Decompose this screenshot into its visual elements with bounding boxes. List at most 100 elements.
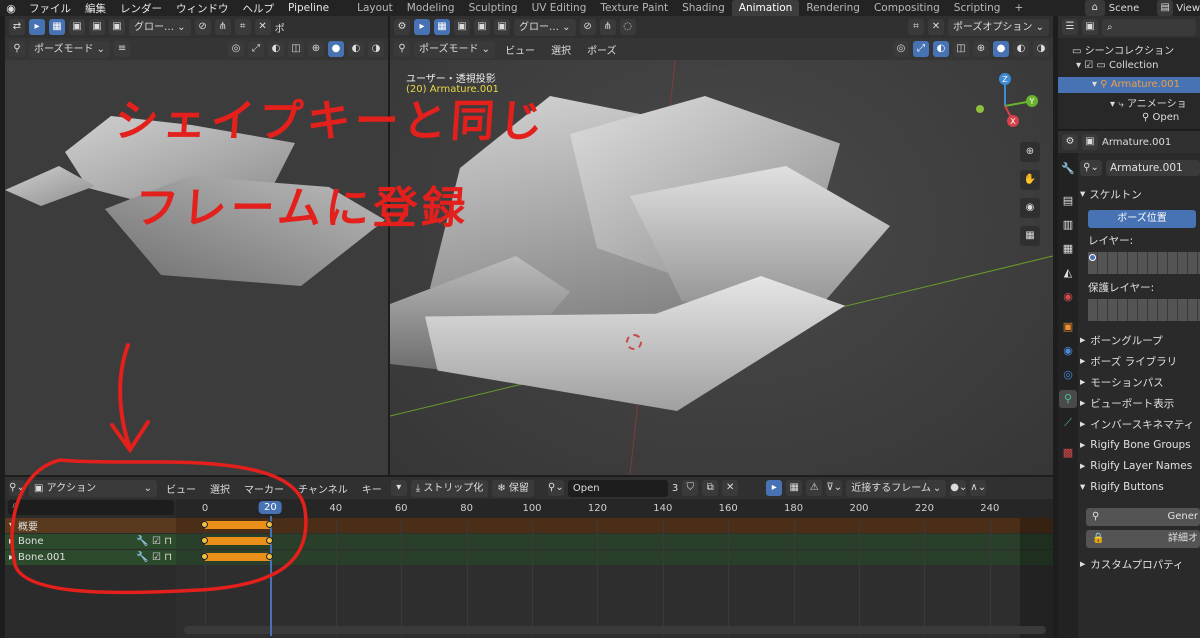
shading-material-icon[interactable]: ◐ <box>1013 41 1029 57</box>
select-subtract-icon[interactable]: ▣ <box>474 19 490 35</box>
keyframe-dot[interactable] <box>201 521 208 528</box>
object-prop-icon[interactable]: ▣ <box>1059 318 1077 336</box>
view-layer-icon[interactable]: ▤ <box>1157 0 1174 16</box>
shading-material-icon[interactable]: ◐ <box>348 41 364 57</box>
animation-row[interactable]: ▾ ⤷ アニメーショ <box>1110 95 1187 110</box>
overlay-icon[interactable]: ◐ <box>933 41 949 57</box>
select-box-icon[interactable]: ▦ <box>49 19 65 35</box>
stash-button[interactable]: ⤓ ストリップ化 <box>410 479 489 497</box>
generate-rig-button[interactable]: ⚲ Gener <box>1086 508 1200 526</box>
outliner-type-icon[interactable]: ☰ <box>1062 19 1078 35</box>
tab-rendering[interactable]: Rendering <box>799 0 867 16</box>
summary-channel-row[interactable]: ▾ 概要 <box>5 518 176 533</box>
snap-icon[interactable]: ⋔ <box>214 19 231 35</box>
overlay-icon[interactable]: ◐ <box>268 41 284 57</box>
shading-render-icon[interactable]: ◑ <box>368 41 384 57</box>
scene-icon[interactable]: ⌂ <box>1084 0 1105 16</box>
tab-sculpting[interactable]: Sculpting <box>462 0 525 16</box>
key-hold-bar[interactable] <box>205 521 271 529</box>
action-name-field[interactable]: Open <box>567 479 668 497</box>
current-frame-indicator[interactable]: 20 <box>259 501 282 514</box>
dopesheet-mode-dropdown[interactable]: ▣ アクション ⌄ <box>29 479 157 497</box>
keyframe-dot[interactable] <box>201 553 208 560</box>
world-icon[interactable]: ◉ <box>1059 288 1077 306</box>
shading-render-icon[interactable]: ◑ <box>1033 41 1049 57</box>
armature-data-icon[interactable]: ⚲ <box>1059 390 1077 408</box>
action-open-row[interactable]: ⚲ Open <box>1142 112 1179 123</box>
display-mode-icon[interactable]: ▣ <box>1082 19 1098 35</box>
panel-bone-groups[interactable]: ▸ ボーングループ <box>1080 330 1200 350</box>
select-extend-icon[interactable]: ▣ <box>69 19 85 35</box>
zoom-icon[interactable]: ⊕ <box>1020 142 1040 162</box>
action-type-icon[interactable]: ⚲⌄ <box>547 480 564 496</box>
gizmo-icon[interactable]: ⤢ <box>913 41 929 57</box>
bone001-channel-icons[interactable]: 🔧 ☑ ⊓ <box>136 552 172 563</box>
mode-dropdown[interactable]: ポーズモード ⌄ <box>414 40 496 58</box>
tab-texture-paint[interactable]: Texture Paint <box>593 0 675 16</box>
outliner-search-icon[interactable]: ⌕ <box>1102 18 1196 36</box>
mirror-icon[interactable]: ⌗ <box>907 19 924 35</box>
menu-pipeline[interactable]: Pipeline <box>281 2 336 14</box>
collection-row[interactable]: ▾ ☑ ▭ Collection <box>1076 60 1158 71</box>
errors-only-icon[interactable]: ⚠ <box>806 480 823 496</box>
menu-file[interactable]: ファイル <box>22 1 78 16</box>
mirror-icon[interactable]: ⌗ <box>234 19 251 35</box>
proportional-edit-icon[interactable]: ●⌄ <box>950 480 967 496</box>
view-layer-prop-icon[interactable]: ▦ <box>1059 240 1077 258</box>
scene-name[interactable]: Scene <box>1109 3 1140 14</box>
hamburger-menu-icon[interactable]: ≡ <box>114 41 131 57</box>
camera-icon[interactable]: ◉ <box>1020 198 1040 218</box>
layers-grid[interactable] <box>1088 252 1200 274</box>
armature-row[interactable]: ▾ ⚲ Armature.001 <box>1058 77 1200 93</box>
push-button[interactable]: ❄ 保留 <box>492 479 534 497</box>
close-icon[interactable]: ✕ <box>927 19 944 35</box>
menu-view[interactable]: ビュー <box>161 481 201 496</box>
scene-collection-row[interactable]: ▭ シーンコレクション <box>1072 42 1174 57</box>
playhead-line[interactable] <box>270 516 273 636</box>
pose-mode-icon[interactable]: ⚲ <box>9 41 25 57</box>
tab-shading[interactable]: Shading <box>675 0 732 16</box>
key-hold-bar[interactable] <box>205 537 271 545</box>
unlink-action-icon[interactable]: ✕ <box>722 480 739 496</box>
mode-dropdown[interactable]: ポーズモード ⌄ <box>29 40 111 58</box>
scene-prop-icon[interactable]: ◭ <box>1059 264 1077 282</box>
keyframe-area[interactable] <box>176 499 1053 638</box>
pivot-icon[interactable]: ⊘ <box>194 19 211 35</box>
menu-key[interactable]: キー <box>357 481 387 496</box>
falloff-icon[interactable]: ∧⌄ <box>970 480 987 496</box>
gizmo-neg-y-ball[interactable] <box>976 105 984 113</box>
snap-icon[interactable]: ⋔ <box>599 19 616 35</box>
pose-options-dropdown[interactable]: ポーズオプション ⌄ <box>947 18 1049 36</box>
protected-layers-grid[interactable] <box>1088 299 1200 321</box>
show-hidden-icon[interactable]: ▦ <box>786 480 803 496</box>
tab-modeling[interactable]: Modeling <box>400 0 462 16</box>
select-tool-icon[interactable]: ▸ <box>414 19 430 35</box>
constraint-icon[interactable]: ◎ <box>1059 366 1077 384</box>
menu-channel[interactable]: チャンネル <box>293 481 353 496</box>
select-subtract-icon[interactable]: ▣ <box>89 19 105 35</box>
snap-mode-dropdown[interactable]: 近接するフレーム ⌄ <box>846 479 947 497</box>
visibility-icon[interactable]: ◎ <box>228 41 244 57</box>
menu-edit[interactable]: 編集 <box>78 1 113 16</box>
physics-icon[interactable]: ◉ <box>1059 342 1077 360</box>
channel-search-input[interactable]: ⌕ <box>8 500 174 515</box>
tab-uv-editing[interactable]: UV Editing <box>525 0 594 16</box>
panel-rigify-buttons[interactable]: ▾ Rigify Buttons <box>1080 477 1200 497</box>
add-workspace-button[interactable]: + <box>1007 0 1030 16</box>
tool-icon[interactable]: 🔧 <box>1059 160 1077 178</box>
shading-solid-icon[interactable]: ● <box>328 41 344 57</box>
only-selected-icon[interactable]: ▸ <box>766 480 783 496</box>
fake-user-shield-icon[interactable]: ⛉ <box>682 480 699 496</box>
shading-wire-icon[interactable]: ⊕ <box>973 41 989 57</box>
panel-rigify-layer-names[interactable]: ▸ Rigify Layer Names <box>1080 456 1200 476</box>
editor-type-icon[interactable]: ⇄ <box>9 19 25 35</box>
keyframe-dot[interactable] <box>201 537 208 544</box>
bone-channel-row[interactable]: ▸ Bone 🔧 ☑ ⊓ <box>5 534 176 549</box>
grid-view-icon[interactable]: ▦ <box>1020 226 1040 246</box>
duplicate-action-icon[interactable]: ⧉ <box>702 480 719 496</box>
bone-channel-icons[interactable]: 🔧 ☑ ⊓ <box>136 536 172 547</box>
pose-position-button[interactable]: ボーズ位置 <box>1088 210 1196 228</box>
gizmo-icon[interactable]: ⤢ <box>248 41 264 57</box>
skeleton-panel-header[interactable]: ▾ スケルトン <box>1080 184 1200 204</box>
pivot-icon[interactable]: ⊘ <box>579 19 596 35</box>
